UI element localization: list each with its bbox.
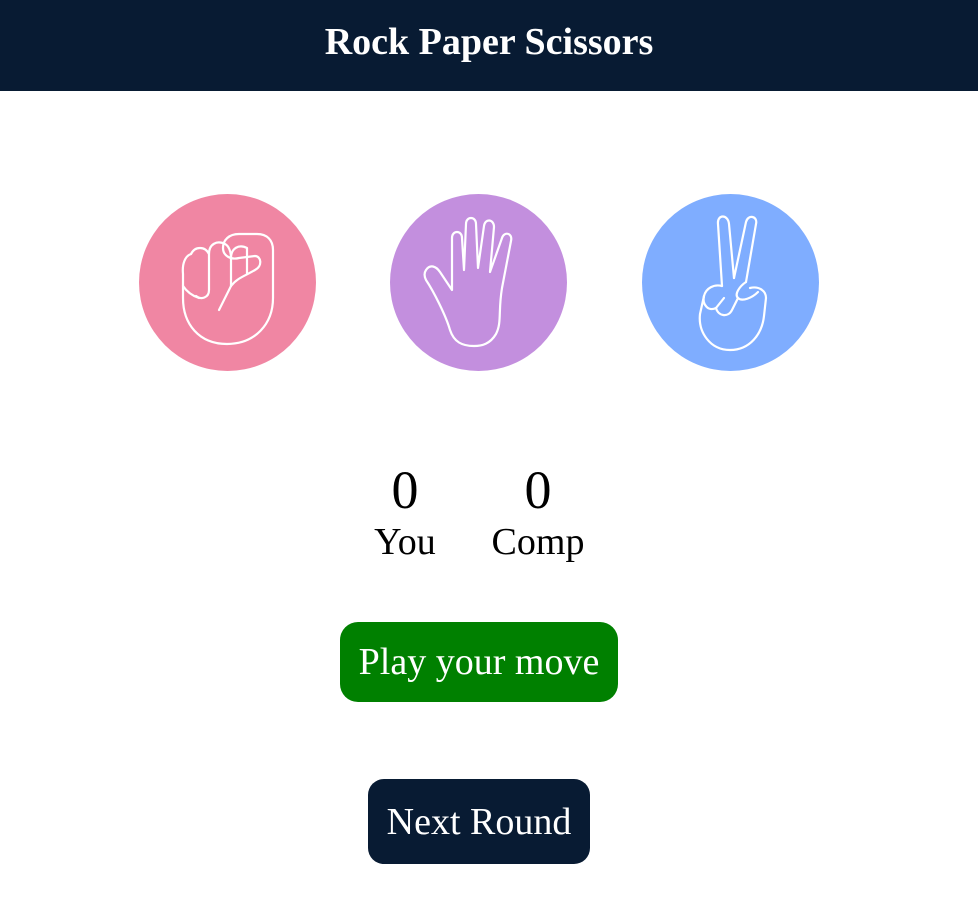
- scissors-choice[interactable]: [642, 194, 819, 371]
- app-header: Rock Paper Scissors: [0, 0, 978, 91]
- user-score-value: 0: [391, 460, 419, 520]
- user-score: 0 You: [364, 460, 446, 564]
- rock-choice[interactable]: [139, 194, 316, 371]
- comp-score-value: 0: [524, 460, 552, 520]
- status-message: Play your move: [340, 622, 618, 702]
- scissors-peace-icon: [642, 194, 819, 371]
- rock-fist-icon: [139, 194, 316, 371]
- user-score-label: You: [374, 521, 436, 563]
- next-round-button[interactable]: Next Round: [368, 779, 590, 864]
- comp-score: 0 Comp: [488, 460, 588, 564]
- paper-choice[interactable]: [390, 194, 567, 371]
- paper-hand-icon: [390, 194, 567, 371]
- comp-score-label: Comp: [491, 521, 585, 563]
- page-title: Rock Paper Scissors: [324, 20, 654, 63]
